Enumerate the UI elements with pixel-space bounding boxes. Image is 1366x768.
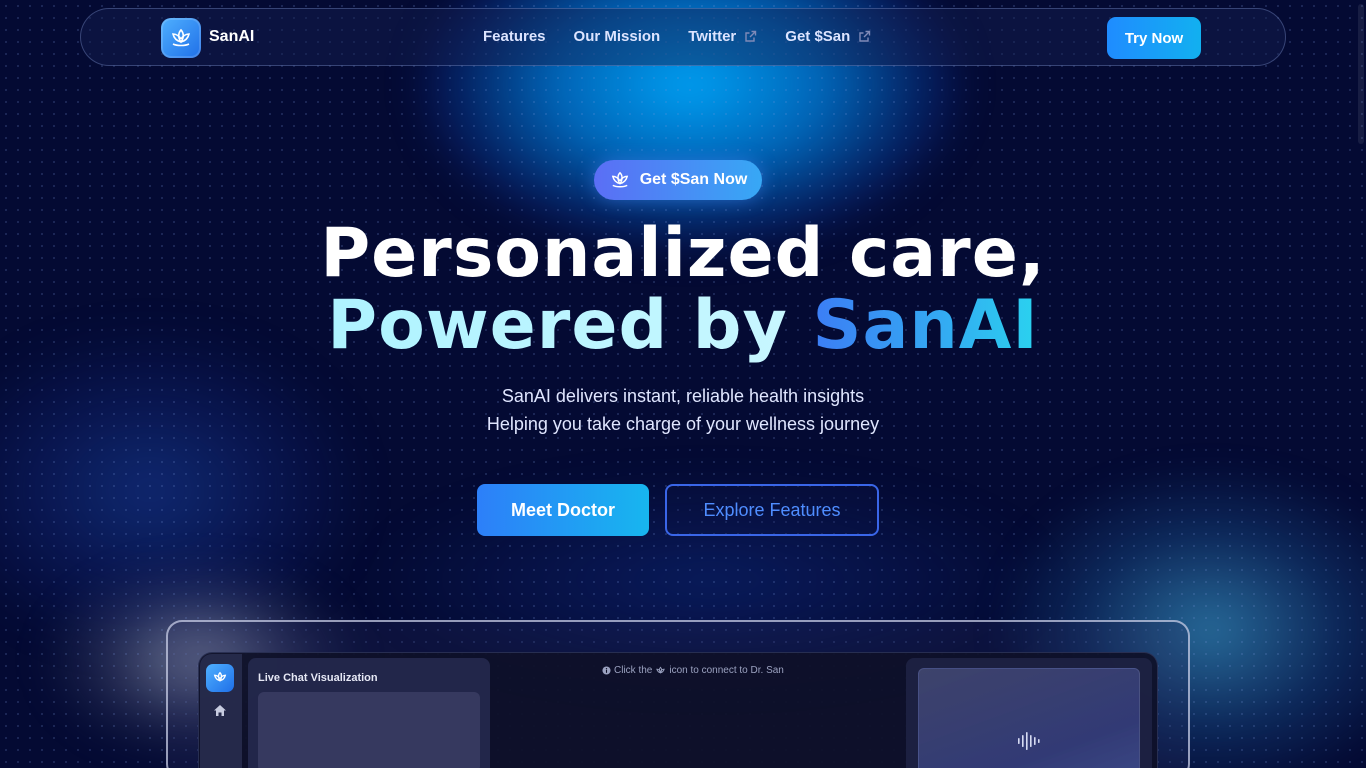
info-icon <box>602 666 611 675</box>
external-link-icon <box>744 30 757 43</box>
headline-prefix: Powered by <box>327 286 813 365</box>
nav-link-label: Our Mission <box>573 28 661 45</box>
headline-brand: SanAI <box>812 286 1039 365</box>
get-san-now-pill[interactable]: Get $San Now <box>594 160 762 200</box>
scrollbar-thumb[interactable] <box>1358 4 1364 144</box>
lotus-icon <box>171 28 191 47</box>
lotus-icon <box>656 666 666 674</box>
connect-hint: Click the icon to connect to Dr. San <box>602 665 787 676</box>
pill-label: Get $San Now <box>639 171 748 188</box>
nav-link-label: Get $San <box>785 28 851 45</box>
top-navbar: SanAI Features Our Mission Twitter Get $… <box>80 8 1286 66</box>
nav-link-features[interactable]: Features <box>483 28 546 45</box>
explore-features-button[interactable]: Explore Features <box>665 484 879 536</box>
nav-link-label: Twitter <box>688 28 737 45</box>
meet-doctor-button[interactable]: Meet Doctor <box>477 484 649 536</box>
home-icon[interactable] <box>213 704 227 717</box>
hint-prefix: Click the <box>614 665 653 676</box>
logo[interactable] <box>161 18 201 58</box>
live-chat-area <box>258 692 480 768</box>
external-link-icon <box>858 30 871 43</box>
headline-line1: Personalized care, <box>320 214 1046 293</box>
hero-headline: Personalized care, Powered by SanAI <box>0 218 1366 362</box>
hero-subtitle-1: SanAI delivers instant, reliable health … <box>501 386 865 406</box>
nav-link-label: Features <box>483 28 546 45</box>
doctor-video-area <box>918 668 1140 768</box>
preview-logo[interactable] <box>206 664 234 692</box>
try-now-button[interactable]: Try Now <box>1107 17 1201 59</box>
hero-subtitle-2: Helping you take charge of your wellness… <box>486 414 880 434</box>
nav-links: Features Our Mission Twitter Get $San <box>483 28 899 45</box>
left-glow <box>0 330 360 650</box>
audio-wave-icon[interactable] <box>1017 730 1041 752</box>
live-chat-title: Live Chat Visualization <box>258 672 378 684</box>
lotus-icon <box>213 671 227 682</box>
brand-name[interactable]: SanAI <box>209 28 254 46</box>
nav-link-our-mission[interactable]: Our Mission <box>574 28 661 45</box>
headline-line2: Powered by SanAI <box>0 290 1366 362</box>
hint-suffix: icon to connect to Dr. San <box>669 665 784 676</box>
nav-link-twitter[interactable]: Twitter <box>688 28 757 45</box>
nav-link-get-san[interactable]: Get $San <box>785 28 871 45</box>
lotus-icon <box>611 171 628 188</box>
